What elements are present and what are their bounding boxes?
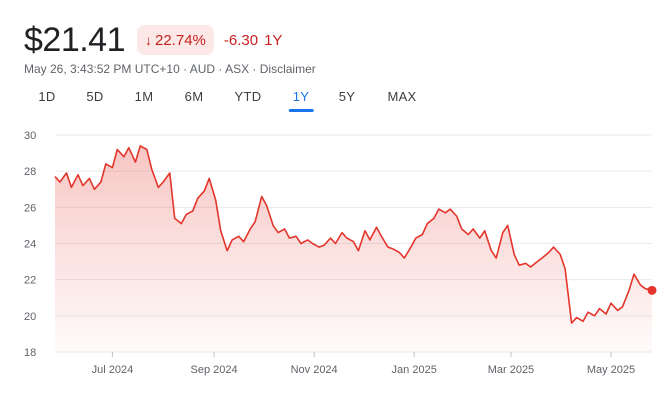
x-tick-label: Nov 2024 [291,364,338,376]
y-tick-label: 30 [24,130,36,142]
x-tick-label: Sep 2024 [191,364,238,376]
y-tick-label: 18 [24,347,36,359]
x-tick-label: Mar 2025 [488,364,534,376]
x-tick-label: May 2025 [587,364,635,376]
x-tick-label: Jan 2025 [392,364,437,376]
price-area [55,145,652,352]
y-tick-label: 24 [24,239,36,251]
y-tick-label: 22 [24,275,36,287]
y-tick-label: 20 [24,311,36,323]
x-tick-label: Jul 2024 [92,364,134,376]
y-tick-label: 26 [24,202,36,214]
y-tick-label: 28 [24,166,36,178]
price-chart[interactable]: 18 20 22 24 26 28 30 Jul 2024 Sep 2024 Nov 2024 Ja… [0,0,672,400]
last-price-point [647,285,657,295]
